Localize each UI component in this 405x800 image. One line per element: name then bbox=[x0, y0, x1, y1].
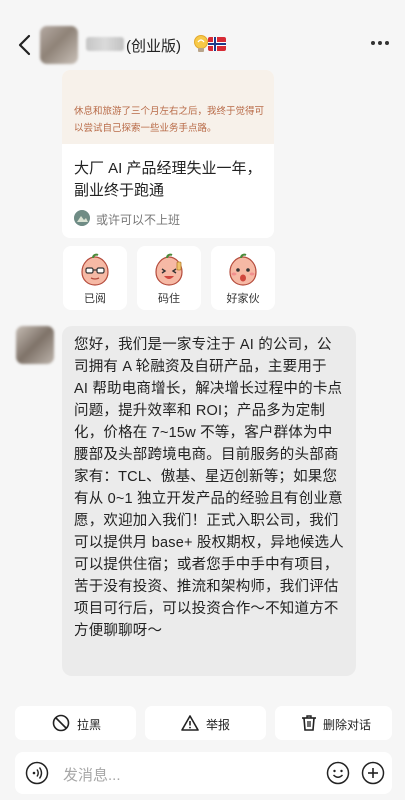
sender-avatar[interactable] bbox=[16, 326, 54, 364]
reaction-read[interactable]: 已阅 bbox=[63, 246, 127, 310]
warning-icon bbox=[181, 715, 199, 731]
reaction-wow[interactable]: 好家伙 bbox=[211, 246, 275, 310]
delete-chat-button[interactable]: 删除对话 bbox=[275, 706, 392, 740]
article-quote: 休息和旅游了三个月左右之后，我终于觉得可以尝试自己探索一些业务手点路。 bbox=[74, 106, 265, 134]
trash-icon bbox=[302, 715, 316, 731]
article-thumbnail: 休息和旅游了三个月左右之后，我终于觉得可以尝试自己探索一些业务手点路。 bbox=[62, 70, 274, 144]
contact-avatar[interactable] bbox=[40, 26, 78, 64]
author-name: 或许可以不上班 bbox=[96, 213, 181, 227]
block-button[interactable]: 拉黑 bbox=[15, 706, 136, 740]
message-input-bar: 发消息... bbox=[15, 752, 392, 794]
emoji-icon[interactable] bbox=[326, 761, 350, 785]
plus-icon[interactable] bbox=[361, 761, 385, 785]
peach-wow-icon bbox=[229, 253, 257, 286]
author-avatar bbox=[74, 210, 90, 226]
contact-title: (创业版) bbox=[126, 38, 181, 55]
reaction-save[interactable]: 码住 bbox=[137, 246, 201, 310]
report-button[interactable]: 举报 bbox=[145, 706, 266, 740]
article-title: 大厂 AI 产品经理失业一年，副业终于跑通 bbox=[74, 160, 262, 199]
norway-flag-icon bbox=[208, 37, 226, 51]
voice-icon[interactable] bbox=[25, 761, 49, 785]
block-icon bbox=[52, 714, 70, 732]
message-bubble: 您好，我们是一家专注于 AI 的公司，公司拥有 A 轮融资及自研产品，主要用于 … bbox=[62, 326, 356, 676]
peach-glasses-icon bbox=[81, 253, 109, 286]
reaction-label: 码住 bbox=[158, 293, 180, 305]
article-card[interactable]: 休息和旅游了三个月左右之后，我终于觉得可以尝试自己探索一些业务手点路。 大厂 A… bbox=[62, 70, 274, 238]
chevron-left-icon[interactable] bbox=[14, 30, 38, 60]
reaction-label: 已阅 bbox=[84, 293, 106, 305]
peach-cheer-icon bbox=[155, 253, 183, 286]
message-input[interactable]: 发消息... bbox=[63, 764, 121, 785]
delete-chat-label: 删除对话 bbox=[323, 718, 372, 732]
contact-name-redacted bbox=[86, 37, 124, 51]
block-label: 拉黑 bbox=[77, 718, 102, 732]
message-text: 您好，我们是一家专注于 AI 的公司，公司拥有 A 轮融资及自研产品，主要用于 … bbox=[74, 337, 344, 639]
more-dots-icon[interactable] bbox=[370, 37, 390, 49]
report-label: 举报 bbox=[206, 718, 231, 732]
reaction-label: 好家伙 bbox=[226, 293, 260, 305]
